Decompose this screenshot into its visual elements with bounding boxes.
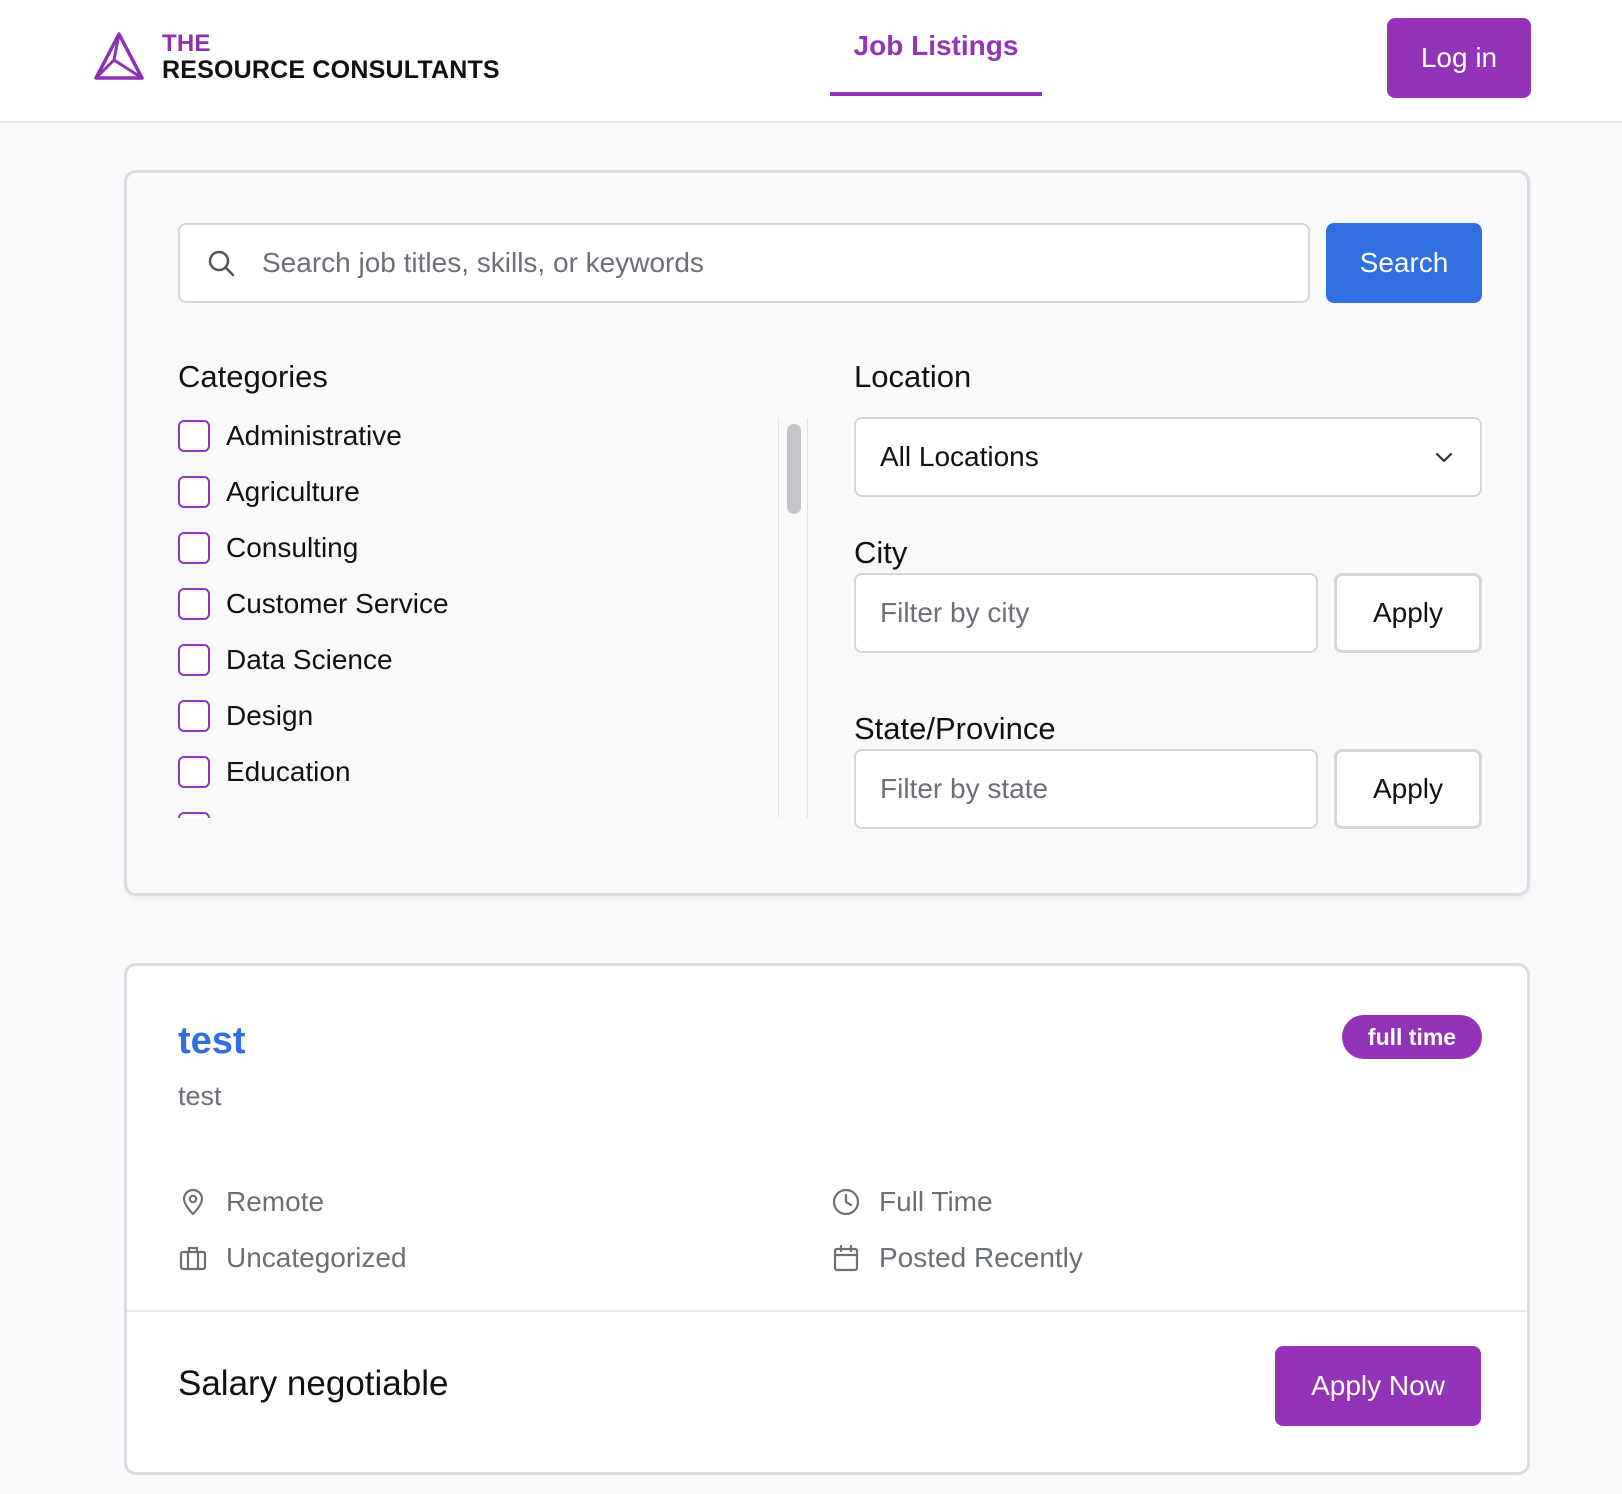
chevron-down-icon	[1435, 452, 1453, 463]
category-label: Consulting	[226, 532, 359, 563]
city-input[interactable]	[854, 573, 1318, 653]
job-company: test	[178, 1081, 222, 1111]
search-icon	[208, 250, 235, 277]
categories-heading: Categories	[178, 359, 328, 394]
job-posted-text: Posted Recently	[879, 1242, 1083, 1273]
filter-panel: Search Categories Administrative Agricult…	[124, 170, 1530, 896]
category-checkbox[interactable]	[178, 420, 210, 452]
job-category-text: Uncategorized	[226, 1242, 407, 1273]
category-item-partial[interactable]	[178, 811, 210, 818]
category-label: Customer Service	[226, 588, 449, 619]
category-checkbox[interactable]	[178, 532, 210, 564]
category-label: Education	[226, 756, 351, 787]
job-type-badge: full time	[1342, 1015, 1482, 1059]
job-salary: Salary negotiable	[178, 1364, 449, 1403]
job-posted: Posted Recently	[831, 1242, 1083, 1274]
category-label: Administrative	[226, 420, 402, 451]
tab-job-listings[interactable]: Job Listings	[830, 0, 1042, 96]
category-item[interactable]: Education	[178, 755, 351, 789]
job-location: Remote	[178, 1186, 324, 1218]
category-checkbox[interactable]	[178, 700, 210, 732]
state-input[interactable]	[854, 749, 1318, 829]
category-label: Agriculture	[226, 476, 360, 507]
category-label: Design	[226, 700, 314, 731]
top-header: THE RESOURCE CONSULTANTS Job Listings Lo…	[0, 0, 1622, 123]
apply-now-button[interactable]: Apply Now	[1275, 1346, 1481, 1426]
category-label: Data Science	[226, 644, 393, 675]
job-type-text: Full Time	[879, 1186, 993, 1217]
search-input[interactable]	[262, 247, 1262, 279]
category-item[interactable]: Agriculture	[178, 475, 360, 509]
logo-icon	[94, 32, 144, 80]
category-checkbox[interactable]	[178, 812, 210, 818]
scrollbar-thumb[interactable]	[787, 424, 801, 514]
categories-list[interactable]: Administrative Agriculture Consulting Custo…	[178, 418, 810, 818]
clock-icon	[832, 1188, 860, 1216]
job-title-link[interactable]: test	[178, 1020, 246, 1063]
job-card: test test full time Remote Full Time Unc…	[124, 963, 1530, 1475]
category-checkbox[interactable]	[178, 588, 210, 620]
search-field[interactable]	[178, 223, 1310, 303]
logo-line-name: RESOURCE CONSULTANTS	[162, 56, 500, 84]
location-select[interactable]: All Locations	[854, 417, 1482, 497]
city-apply-button[interactable]: Apply	[1334, 573, 1482, 653]
job-category: Uncategorized	[178, 1242, 407, 1274]
briefcase-icon	[179, 1246, 207, 1271]
logo-line-the: THE	[162, 30, 211, 57]
category-checkbox[interactable]	[178, 644, 210, 676]
location-heading: Location	[854, 359, 972, 394]
job-location-text: Remote	[226, 1186, 325, 1217]
category-checkbox[interactable]	[178, 756, 210, 788]
card-divider	[127, 1310, 1527, 1312]
category-checkbox[interactable]	[178, 476, 210, 508]
category-item[interactable]: Data Science	[178, 643, 393, 677]
site-logo[interactable]: THE RESOURCE CONSULTANTS	[92, 30, 500, 84]
category-item[interactable]: Customer Service	[178, 587, 449, 621]
calendar-icon	[833, 1244, 859, 1272]
location-selected-value: All Locations	[880, 441, 1039, 472]
city-heading: City	[854, 535, 908, 570]
categories-scrollbar[interactable]	[778, 418, 808, 818]
login-button[interactable]: Log in	[1387, 18, 1531, 98]
category-item[interactable]: Design	[178, 699, 313, 733]
state-heading: State/Province	[854, 711, 1056, 746]
search-button[interactable]: Search	[1326, 223, 1482, 303]
category-item[interactable]: Administrative	[178, 419, 402, 453]
state-apply-button[interactable]: Apply	[1334, 749, 1482, 829]
job-employment-type: Full Time	[831, 1186, 993, 1218]
map-pin-icon	[182, 1188, 204, 1216]
category-item[interactable]: Consulting	[178, 531, 358, 565]
